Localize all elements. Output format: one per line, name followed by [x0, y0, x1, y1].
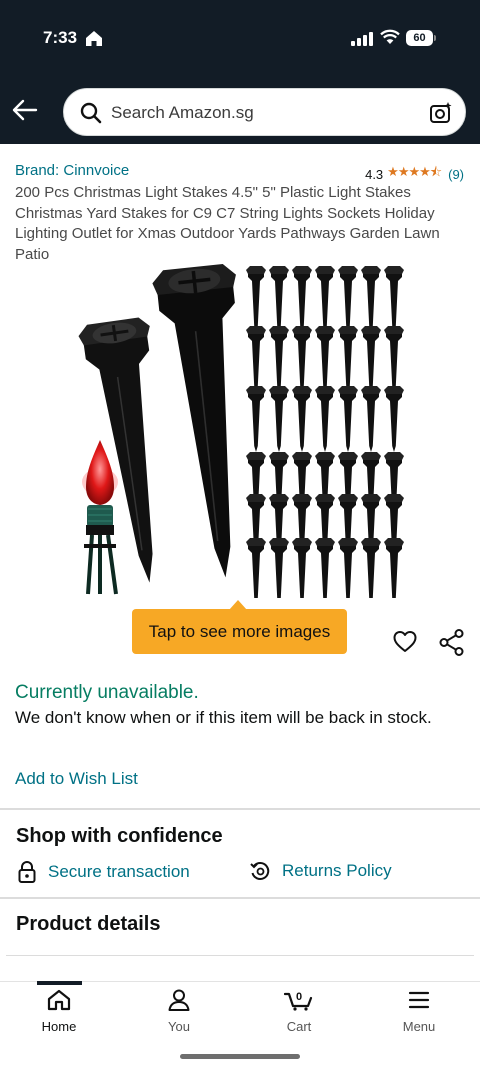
battery-icon: 60 — [406, 30, 436, 46]
returns-icon — [250, 862, 270, 880]
product-image[interactable] — [0, 262, 480, 598]
status-bar: 7:33 60 — [0, 0, 480, 80]
nav-cart[interactable]: 0 Cart — [259, 989, 339, 1034]
search-placeholder: Search Amazon.sg — [111, 103, 254, 122]
battery-level: 60 — [406, 30, 433, 46]
brand-link[interactable]: Brand: Cinnvoice — [15, 162, 129, 179]
secure-transaction-link[interactable]: Secure transaction — [18, 861, 190, 883]
lock-icon — [18, 861, 36, 883]
share-icon[interactable] — [439, 629, 464, 656]
signal-icon — [351, 32, 373, 46]
menu-icon — [408, 991, 430, 1009]
home-status-icon — [86, 31, 102, 46]
nav-you[interactable]: You — [139, 989, 219, 1034]
wifi-icon — [380, 29, 400, 44]
nav-home-label: Home — [41, 1019, 77, 1034]
camera-icon[interactable] — [429, 101, 453, 125]
home-icon — [47, 989, 71, 1011]
secure-transaction-label: Secure transaction — [48, 862, 190, 881]
section-divider — [0, 808, 480, 810]
search-input[interactable]: Search Amazon.sg — [63, 88, 466, 136]
search-icon — [80, 102, 102, 124]
nav-menu-label: Menu — [402, 1019, 436, 1034]
heart-icon[interactable] — [393, 630, 417, 654]
product-title: 200 Pcs Christmas Light Stakes 4.5" 5" P… — [15, 184, 440, 263]
availability-note: We don't know when or if this item will … — [15, 708, 432, 727]
search-header: Search Amazon.sg — [0, 80, 480, 144]
person-icon — [168, 989, 190, 1011]
cart-icon: 0 — [284, 991, 313, 1011]
back-arrow-icon[interactable] — [12, 98, 38, 122]
availability-status: Currently unavailable. — [15, 682, 199, 703]
nav-cart-label: Cart — [286, 1019, 312, 1034]
rating-summary[interactable]: 4.3 ★★★★⯪ (9) — [365, 163, 464, 185]
returns-policy-label: Returns Policy — [282, 861, 392, 880]
rating-count[interactable]: (9) — [448, 167, 464, 182]
confidence-heading: Shop with confidence — [16, 825, 223, 847]
nav-menu[interactable]: Menu — [379, 989, 459, 1034]
section-divider — [0, 897, 480, 899]
active-tab-indicator — [37, 981, 82, 985]
more-images-banner[interactable]: Tap to see more images — [132, 609, 347, 654]
rating-stars: ★★★★⯪ — [387, 164, 442, 179]
add-to-wishlist-link[interactable]: Add to Wish List — [15, 769, 138, 789]
product-details-heading[interactable]: Product details — [16, 913, 160, 936]
status-time: 7:33 — [43, 28, 78, 47]
rating-value: 4.3 — [365, 166, 384, 182]
home-indicator — [180, 1054, 300, 1059]
nav-you-label: You — [168, 1019, 190, 1034]
returns-policy-link[interactable]: Returns Policy — [250, 861, 392, 881]
cart-count: 0 — [296, 991, 302, 1003]
section-divider — [6, 955, 474, 956]
nav-home[interactable]: Home — [19, 989, 99, 1034]
